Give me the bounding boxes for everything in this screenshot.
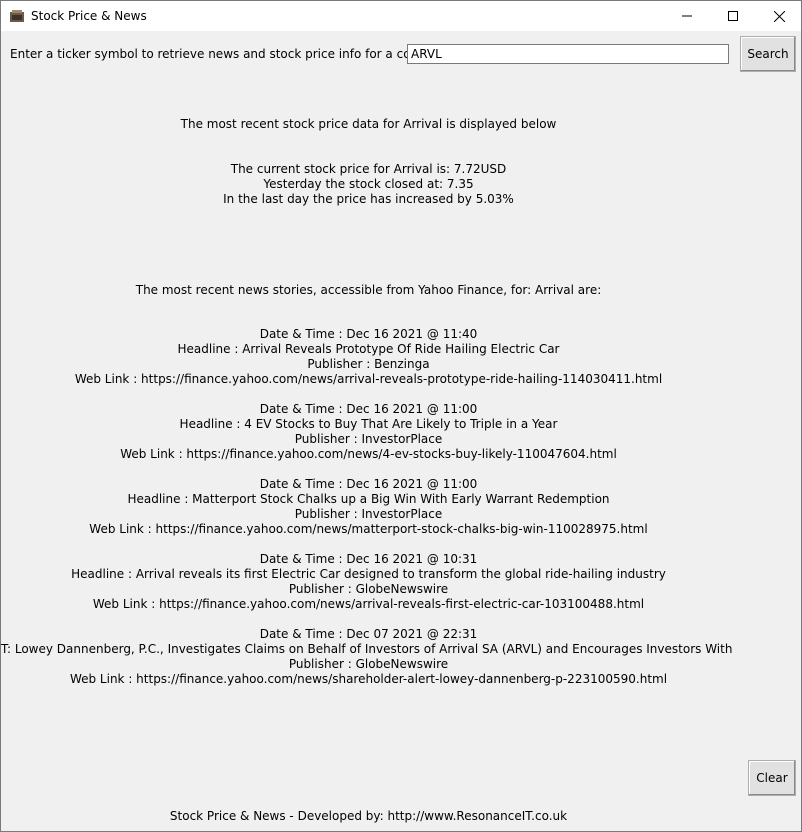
maximize-button[interactable]	[710, 1, 756, 31]
story-link: Web Link : https://finance.yahoo.com/new…	[89, 522, 648, 536]
title-bar[interactable]: Stock Price & News	[1, 1, 801, 31]
story-headline: Headline : 4 EV Stocks to Buy That Are L…	[179, 417, 558, 431]
ticker-input[interactable]	[407, 44, 729, 64]
story-datetime: Date & Time : Dec 16 2021 @ 10:31	[259, 552, 478, 566]
news-heading: The most recent news stories, accessible…	[135, 283, 602, 297]
story-publisher: Publisher : InvestorPlace	[294, 507, 443, 521]
window-title: Stock Price & News	[31, 9, 147, 23]
story-link: Web Link : https://finance.yahoo.com/new…	[69, 672, 668, 686]
news-story: Date & Time : Dec 16 2021 @ 10:31 Headli…	[1, 552, 736, 612]
previous-close-text: Yesterday the stock closed at: 7.35	[263, 177, 474, 191]
news-story: Date & Time : Dec 16 2021 @ 11:00 Headli…	[1, 402, 736, 462]
clear-button[interactable]: Clear	[748, 760, 796, 796]
story-headline: Headline : Matterport Stock Chalks up a …	[127, 492, 610, 506]
story-publisher: Publisher : InvestorPlace	[294, 432, 443, 446]
app-window: Stock Price & News Enter a ticker symbol…	[0, 0, 802, 832]
story-datetime: Date & Time : Dec 16 2021 @ 11:00	[259, 477, 478, 491]
ticker-prompt-label: Enter a ticker symbol to retrieve news a…	[10, 47, 456, 61]
price-change-text: In the last day the price has increased …	[223, 192, 514, 206]
story-link: Web Link : https://finance.yahoo.com/new…	[120, 447, 617, 461]
minimize-button[interactable]	[664, 1, 710, 31]
search-button[interactable]: Search	[740, 36, 796, 72]
story-datetime: Date & Time : Dec 16 2021 @ 11:00	[259, 402, 478, 416]
maximize-icon	[728, 11, 738, 21]
story-publisher: Publisher : Benzinga	[307, 357, 430, 371]
minimize-icon	[682, 15, 692, 17]
story-publisher: Publisher : GlobeNewswire	[288, 657, 449, 671]
close-icon	[773, 10, 785, 22]
story-link: Web Link : https://finance.yahoo.com/new…	[92, 597, 645, 611]
news-story: Date & Time : Dec 16 2021 @ 11:40 Headli…	[1, 327, 736, 387]
story-link: Web Link : https://finance.yahoo.com/new…	[74, 372, 663, 386]
footer-credit: Stock Price & News - Developed by: http:…	[169, 809, 568, 823]
app-icon	[9, 8, 25, 24]
story-headline: T: Lowey Dannenberg, P.C., Investigates …	[1, 642, 736, 656]
price-info: The current stock price for Arrival is: …	[1, 162, 736, 207]
price-heading: The most recent stock price data for Arr…	[180, 117, 557, 131]
news-story: Date & Time : Dec 16 2021 @ 11:00 Headli…	[1, 477, 736, 537]
story-datetime: Date & Time : Dec 07 2021 @ 22:31	[259, 627, 478, 641]
current-price-text: The current stock price for Arrival is: …	[230, 162, 507, 176]
story-publisher: Publisher : GlobeNewswire	[288, 582, 449, 596]
close-button[interactable]	[756, 1, 801, 31]
story-headline: Headline : Arrival reveals its first Ele…	[71, 567, 666, 581]
story-headline: Headline : Arrival Reveals Prototype Of …	[177, 342, 560, 356]
news-story: Date & Time : Dec 07 2021 @ 22:31 T: Low…	[1, 627, 736, 687]
story-datetime: Date & Time : Dec 16 2021 @ 11:40	[259, 327, 478, 341]
